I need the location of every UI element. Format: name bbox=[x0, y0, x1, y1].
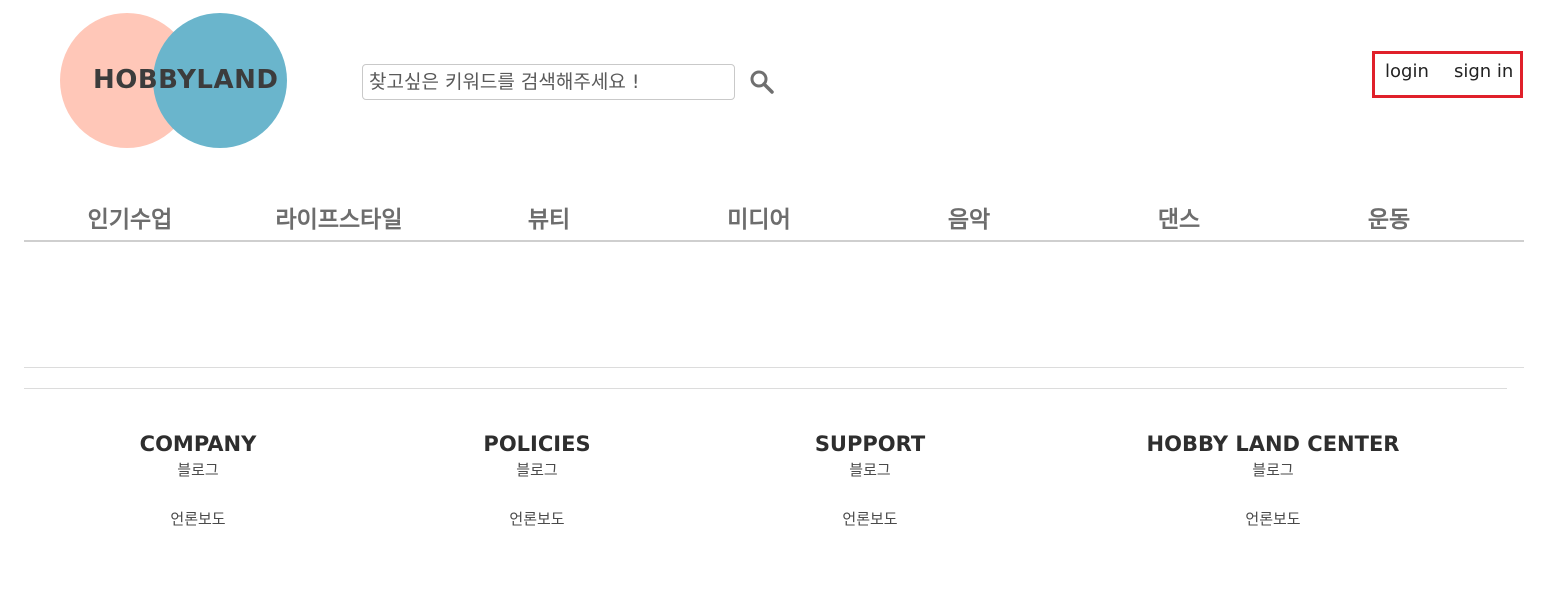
footer-column-company: COMPANY 블로그 언론보도 bbox=[140, 431, 257, 529]
footer-link-press[interactable]: 언론보도 bbox=[140, 509, 257, 529]
footer-heading: SUPPORT bbox=[814, 432, 926, 456]
sign-in-link[interactable]: sign in bbox=[1454, 61, 1513, 82]
content-divider bbox=[24, 367, 1524, 368]
footer-link-blog[interactable]: 블로그 bbox=[815, 460, 925, 480]
footer-link-press[interactable]: 언론보도 bbox=[483, 509, 590, 529]
page: HOBBYLAND login sign in 인기수업 라이프스타일 뷰티 미… bbox=[0, 0, 1541, 605]
logo[interactable]: HOBBYLAND bbox=[60, 13, 288, 150]
footer-link-blog[interactable]: 블로그 bbox=[1147, 460, 1400, 480]
footer-heading: POLICIES bbox=[483, 432, 591, 456]
nav-item-beauty[interactable]: 뷰티 bbox=[528, 200, 570, 234]
footer-link-blog[interactable]: 블로그 bbox=[483, 460, 590, 480]
footer-column-hobby-land-center: HOBBY LAND CENTER 블로그 언론보도 bbox=[1147, 431, 1400, 529]
nav-item-popular[interactable]: 인기수업 bbox=[88, 200, 173, 234]
footer-link-blog[interactable]: 블로그 bbox=[140, 460, 257, 480]
search-button[interactable] bbox=[749, 69, 775, 95]
search-box bbox=[362, 64, 735, 100]
logo-wordmark: HOBBYLAND bbox=[93, 65, 279, 95]
nav-item-exercise[interactable]: 운동 bbox=[1368, 200, 1410, 234]
footer-column-support: SUPPORT 블로그 언론보도 bbox=[815, 431, 925, 529]
footer-heading: COMPANY bbox=[139, 432, 257, 456]
footer-link-press[interactable]: 언론보도 bbox=[815, 509, 925, 529]
footer-link-press[interactable]: 언론보도 bbox=[1147, 509, 1400, 529]
footer-divider bbox=[24, 388, 1507, 389]
search-icon bbox=[750, 70, 774, 94]
footer-heading: HOBBY LAND CENTER bbox=[1146, 432, 1400, 456]
category-nav: 인기수업 라이프스타일 뷰티 미디어 음악 댄스 운동 bbox=[24, 196, 1524, 242]
login-link[interactable]: login bbox=[1385, 61, 1429, 82]
nav-item-music[interactable]: 음악 bbox=[948, 200, 990, 234]
nav-item-media[interactable]: 미디어 bbox=[727, 200, 790, 234]
nav-item-lifestyle[interactable]: 라이프스타일 bbox=[276, 200, 403, 234]
footer-column-policies: POLICIES 블로그 언론보도 bbox=[483, 431, 590, 529]
auth-links-box: login sign in bbox=[1372, 51, 1523, 98]
search-input[interactable] bbox=[363, 65, 734, 99]
nav-item-dance[interactable]: 댄스 bbox=[1158, 200, 1200, 234]
